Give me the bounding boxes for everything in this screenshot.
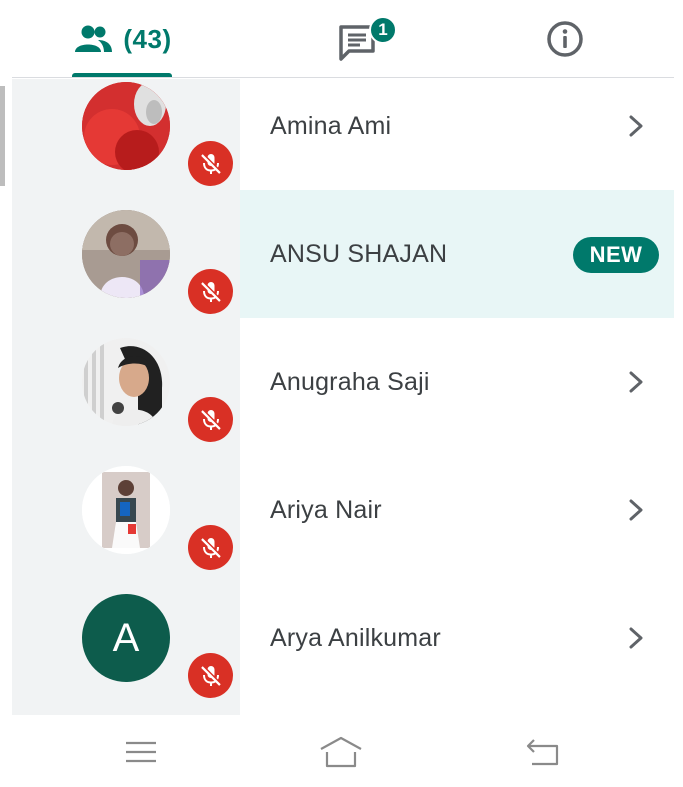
menu-button[interactable] <box>118 730 164 774</box>
chevron-right-icon[interactable] <box>624 112 648 140</box>
chevron-right-icon[interactable] <box>624 624 648 652</box>
avatar <box>82 466 170 554</box>
participant-name: Ariya Nair <box>270 495 382 524</box>
participant-name: Amina Ami <box>270 111 392 140</box>
avatar <box>82 338 170 426</box>
people-icon <box>75 25 113 52</box>
participant-row[interactable]: Amina Ami <box>12 62 674 190</box>
participant-row[interactable]: Anugraha Saji <box>12 318 674 446</box>
avatar-photo <box>82 210 170 298</box>
avatar-photo <box>82 466 170 554</box>
avatar-photo <box>82 338 170 426</box>
mic-off-icon <box>188 397 233 442</box>
mic-off-icon <box>188 653 233 698</box>
mic-off-icon <box>188 141 233 186</box>
participant-row[interactable]: Ariya Nair <box>12 446 674 574</box>
participant-name: ANSU SHAJAN <box>270 239 448 268</box>
avatar: A <box>82 594 170 682</box>
participant-name: Anugraha Saji <box>270 367 430 396</box>
avatar <box>82 82 170 170</box>
participant-row[interactable]: ANSU SHAJAN NEW <box>12 190 674 318</box>
participant-count: (43) <box>123 23 172 54</box>
new-badge: NEW <box>573 237 659 273</box>
home-button[interactable] <box>318 730 364 774</box>
back-button[interactable] <box>520 730 566 774</box>
chevron-right-icon[interactable] <box>624 368 648 396</box>
chevron-right-icon[interactable] <box>624 496 648 524</box>
home-icon <box>320 736 362 768</box>
unread-messages-badge: 1 <box>369 16 397 44</box>
participant-name: Arya Anilkumar <box>270 623 441 652</box>
info-icon <box>547 21 583 57</box>
mic-off-icon <box>188 269 233 314</box>
mic-off-icon <box>188 525 233 570</box>
menu-icon <box>126 741 156 763</box>
participant-row[interactable]: A Arya Anilkumar <box>12 574 674 702</box>
system-navigation-bar <box>0 716 683 787</box>
avatar <box>82 210 170 298</box>
scrollbar-thumb[interactable] <box>0 86 5 186</box>
avatar-photo <box>82 82 170 170</box>
back-icon <box>526 739 559 766</box>
